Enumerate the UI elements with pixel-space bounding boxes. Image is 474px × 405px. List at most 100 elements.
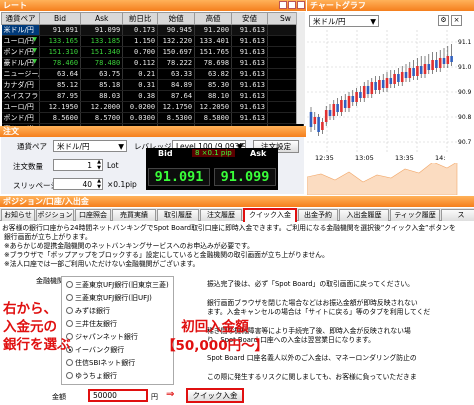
rate-row[interactable]: ▼ ポンド/円 151.310 151.340 0.700 150.697 151.765 9… — [1, 46, 305, 58]
rate-cell-ask: 133.185 — [80, 35, 124, 47]
ask-price-button[interactable]: 91.099 — [214, 168, 276, 186]
spinner-icon[interactable]: ▲ ▼ — [97, 160, 101, 170]
rate-column-header[interactable]: Ask — [80, 12, 124, 25]
rate-pair-name: ポンド/円 — [3, 114, 34, 122]
radio-icon[interactable] — [66, 359, 73, 366]
bank-radio[interactable]: ゆうちょ銀行 — [66, 371, 176, 381]
rate-cell-pair: 米ドル/円 — [1, 24, 40, 36]
rate-cell-ask: 85.18 — [80, 79, 124, 91]
maximize-icon[interactable] — [288, 1, 296, 9]
spinner-icon[interactable]: ▲ ▼ — [97, 179, 101, 189]
rate-row[interactable]: カナダ/円85.1285.180.3184.8985.3091.6130 — [1, 79, 305, 91]
rate-cell-bid: 91.091 — [39, 24, 82, 36]
note-line: 振込完了後は、必ず「Spot Board」の取引画面に戻ってください。 — [207, 280, 414, 288]
tab-3[interactable]: 売買実績 — [112, 209, 156, 221]
candle-body — [355, 92, 358, 102]
annotation-left-line3: 銀行を選ぶ — [3, 337, 71, 353]
bid-price-button[interactable]: 91.091 — [148, 168, 210, 186]
time-tick: 12:35 — [315, 154, 334, 162]
rate-column-header[interactable]: 始値 — [157, 12, 196, 25]
bank-radio[interactable]: 三菱東京UFJ銀行(旧UFJ) — [66, 293, 176, 303]
radio-icon[interactable] — [66, 372, 73, 379]
note-line: 銀行画面ブラウザを閉じた場合などはお振込金額が即時反映されない — [207, 298, 418, 307]
candle-body — [423, 64, 427, 74]
rate-row[interactable]: ニュージー/円63.6463.750.2163.3363.8291.6130 — [1, 68, 305, 80]
candle-body — [393, 74, 396, 84]
tab-8[interactable]: 入出金履歴 — [339, 209, 389, 221]
rate-column-header[interactable]: Bid — [38, 12, 82, 25]
quick-deposit-button[interactable]: クイック入金 — [186, 388, 244, 403]
quantity-value: 1 — [87, 161, 92, 170]
bank-name: 三菱東京UFJ銀行(旧東京三菱) — [75, 281, 169, 289]
bid-label: Bid — [158, 149, 173, 158]
rate-window-controls — [279, 1, 305, 9]
rate-panel-title: レート — [0, 0, 306, 11]
minimize-icon[interactable] — [279, 1, 287, 9]
rate-cell-change: 1.150 — [122, 35, 159, 47]
rate-column-header[interactable]: 安値 — [231, 12, 268, 25]
rate-cell-bid: 151.310 — [39, 46, 82, 58]
tab-1[interactable]: ポジション — [36, 209, 74, 221]
slippage-input[interactable]: 40 ▲ ▼ — [53, 178, 103, 190]
quote-board: Bid 8 ×0.1 pip Ask 91.091 91.099 — [146, 148, 278, 190]
rate-cell-open: 132.220 — [157, 35, 196, 47]
rate-cell-change: 0.31 — [122, 79, 159, 91]
bank-radio[interactable]: 三菱東京UFJ銀行(旧東京三菱) — [66, 280, 176, 290]
rate-cell-high: 8.5800 — [194, 112, 233, 124]
rate-row[interactable]: 米ドル/円 91.091 91.099 0.173 90.945 91.200 91.613… — [1, 24, 305, 36]
rate-row[interactable]: ▼ 豪ドル/円 78.460 78.480 0.112 78.222 78.698 91.61… — [1, 57, 305, 69]
rate-row[interactable]: ポンド/円 8.5600 8.5700 0.0300 8.5300 8.5800 91.61… — [1, 112, 305, 124]
amount-value: 50000 — [93, 391, 117, 400]
tab-9[interactable]: ティック履歴 — [390, 209, 440, 221]
rate-cell-open: 12.1750 — [157, 101, 196, 113]
rate-row[interactable]: スイスフラン/円87.9588.030.3887.6488.1091.6130 — [1, 90, 305, 102]
ask-label: Ask — [250, 149, 267, 158]
rate-cell-pair: ▼ 豪ドル/円 — [1, 57, 40, 69]
order-panel-title-text: 注文 — [3, 127, 19, 136]
tab-10[interactable]: ス — [441, 209, 474, 221]
rate-row[interactable]: ユーロ/円 12.1950 12.2000 0.0200 12.1750 12.2050 9… — [1, 101, 305, 113]
quantity-input[interactable]: 1 ▲ ▼ — [53, 159, 103, 171]
tab-2[interactable]: 口座照会 — [75, 209, 111, 221]
rate-table-scrollbar[interactable] — [296, 12, 305, 124]
tab-6[interactable]: クイック入金 — [243, 208, 297, 222]
bank-radio[interactable]: 三井住友銀行 — [66, 319, 176, 329]
close-icon[interactable] — [297, 1, 305, 9]
bank-radio[interactable]: 住信SBIネット銀行 — [66, 358, 176, 368]
rate-cell-open: 90.945 — [157, 24, 196, 36]
bank-name: 三井住友銀行 — [75, 320, 117, 328]
bank-radio[interactable]: ジャパンネット銀行 — [66, 332, 176, 342]
rate-cell-change: 0.700 — [122, 46, 159, 58]
radio-icon[interactable] — [66, 281, 73, 288]
bank-radio[interactable]: イーバンク銀行 — [66, 345, 176, 355]
chart-panel-title: チャートグラフ — [307, 0, 474, 11]
rate-cell-open: 150.697 — [157, 46, 196, 58]
rate-cell-pair: ポンド/円 — [1, 112, 40, 124]
candle-body — [438, 58, 442, 68]
pair-select[interactable]: 米ドル/円 ▼ — [53, 140, 127, 152]
bank-radio[interactable]: みずほ銀行 — [66, 306, 176, 316]
tab-7[interactable]: 出金予約 — [298, 209, 338, 221]
lower-panel-title-text: ポジション/口座/入出金 — [3, 197, 89, 206]
rate-cell-high: 91.200 — [194, 24, 233, 36]
rate-cell-low: 91.613 — [231, 79, 268, 91]
order-panel-title: 注文 — [0, 126, 306, 137]
candlestick-chart — [307, 30, 458, 195]
tab-4[interactable]: 取引履歴 — [157, 209, 199, 221]
pair-label: 通貨ペア — [17, 142, 47, 151]
rate-row[interactable]: ▼ ユーロ/円 133.165 133.185 1.150 132.220 133.401 9… — [1, 35, 305, 47]
tab-5[interactable]: 注文履歴 — [200, 209, 242, 221]
rate-cell-pair: ニュージー/円 — [1, 68, 40, 80]
rate-cell-low: 91.613 — [231, 46, 268, 58]
rate-cell-change: 0.38 — [122, 90, 159, 102]
candle-body — [446, 56, 450, 64]
candle-body — [427, 64, 431, 70]
tab-0[interactable]: お知らせ — [1, 209, 35, 221]
amount-input[interactable]: 50000 — [88, 389, 148, 402]
rate-cell-high: 12.2050 — [194, 101, 233, 113]
rate-column-header[interactable]: 前日比 — [122, 12, 159, 25]
candle-body — [313, 117, 317, 124]
rate-column-header[interactable]: 高値 — [194, 12, 233, 25]
price-tick: 90.9 — [458, 89, 472, 96]
rate-column-header[interactable]: 通貨ペア — [1, 12, 40, 25]
